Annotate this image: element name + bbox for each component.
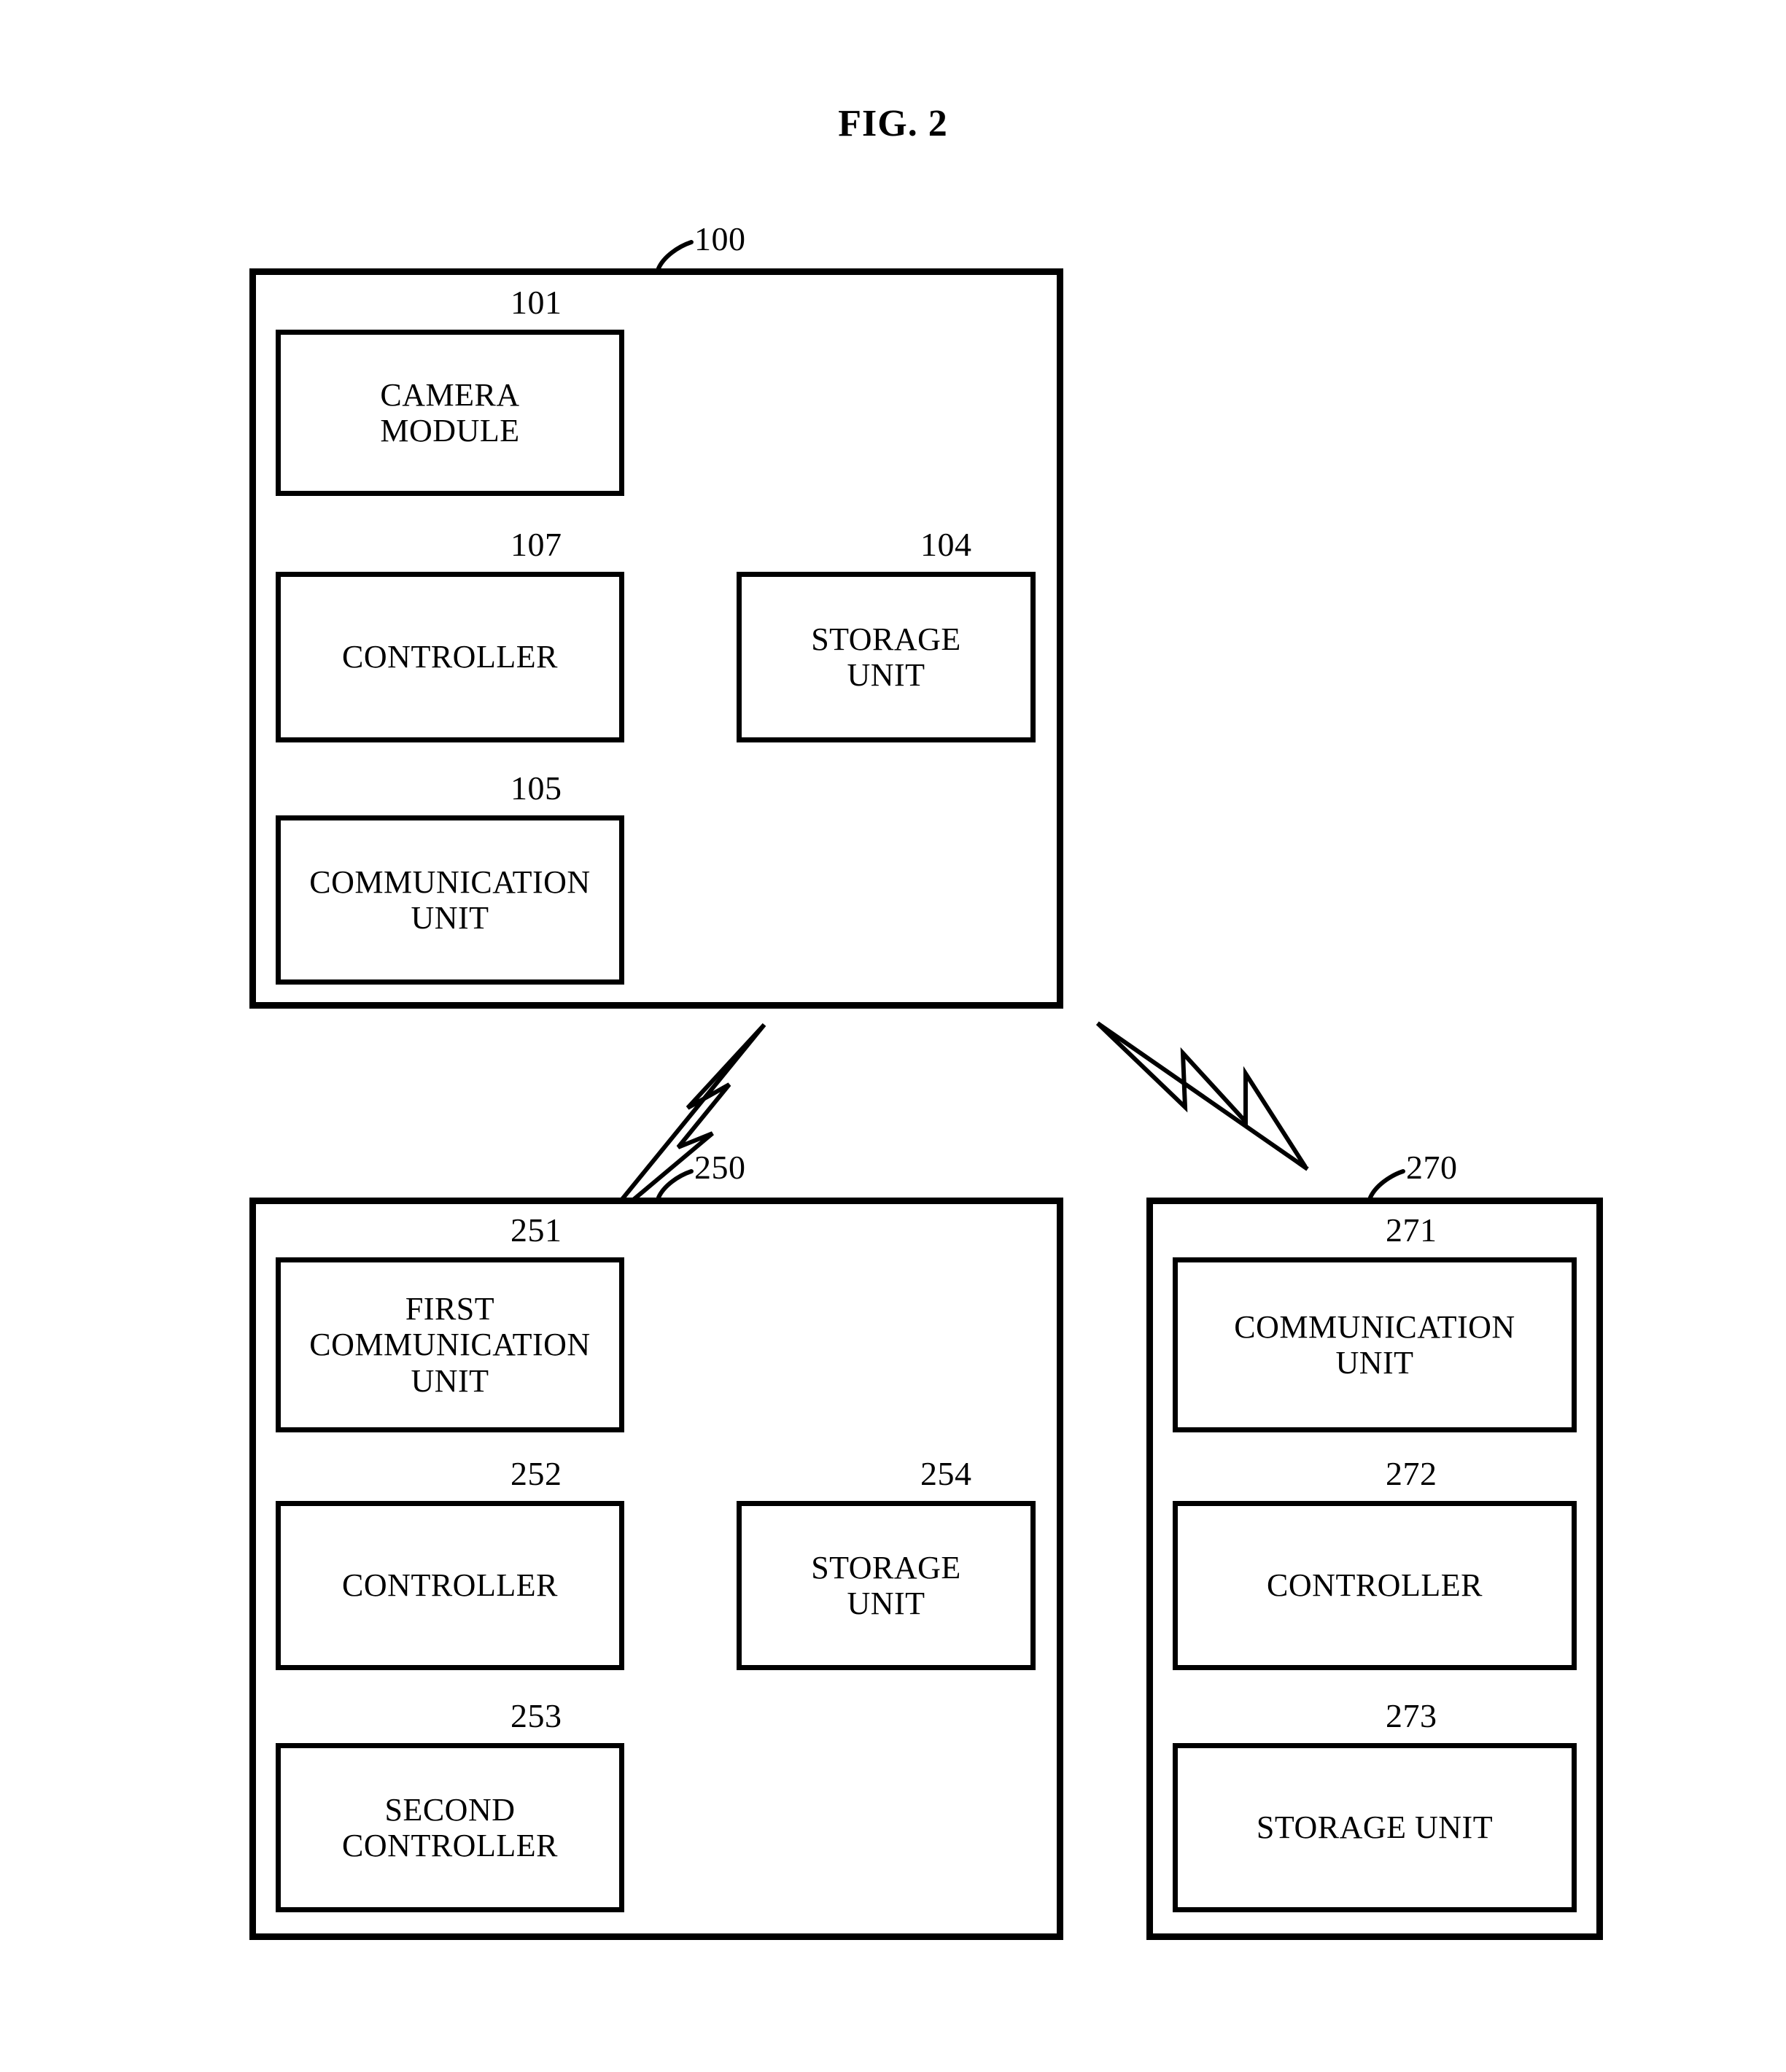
reference-numeral-272: 272 (1386, 1455, 1437, 1492)
leader-line-270 (1368, 1169, 1405, 1200)
module-storage-unit-273[interactable]: STORAGE UNIT (1173, 1743, 1577, 1912)
module-first-communication-unit[interactable]: FIRST COMMUNICATION UNIT (276, 1257, 624, 1432)
reference-numeral-250: 250 (694, 1149, 746, 1186)
module-controller-272[interactable]: CONTROLLER (1173, 1501, 1577, 1670)
module-controller-252[interactable]: CONTROLLER (276, 1501, 624, 1670)
reference-numeral-273: 273 (1386, 1697, 1437, 1734)
reference-numeral-271: 271 (1386, 1211, 1437, 1249)
leader-line-250 (656, 1169, 694, 1200)
wireless-link-right-icon (1095, 1021, 1309, 1171)
reference-numeral-252: 252 (510, 1455, 562, 1492)
reference-numeral-254: 254 (920, 1455, 972, 1492)
module-camera-module[interactable]: CAMERA MODULE (276, 330, 624, 496)
reference-numeral-101: 101 (510, 284, 562, 321)
figure-title: FIG. 2 (838, 103, 948, 144)
module-communication-unit-271[interactable]: COMMUNICATION UNIT (1173, 1257, 1577, 1432)
module-storage-unit-254[interactable]: STORAGE UNIT (737, 1501, 1036, 1670)
reference-numeral-100: 100 (694, 220, 746, 257)
module-second-controller[interactable]: SECOND CONTROLLER (276, 1743, 624, 1912)
leader-line-100 (656, 240, 694, 271)
reference-numeral-251: 251 (510, 1211, 562, 1249)
reference-numeral-107: 107 (510, 526, 562, 563)
reference-numeral-270: 270 (1406, 1149, 1458, 1186)
module-communication-unit-105[interactable]: COMMUNICATION UNIT (276, 815, 624, 985)
module-storage-unit-104[interactable]: STORAGE UNIT (737, 572, 1036, 742)
module-controller-107[interactable]: CONTROLLER (276, 572, 624, 742)
reference-numeral-253: 253 (510, 1697, 562, 1734)
reference-numeral-104: 104 (920, 526, 972, 563)
reference-numeral-105: 105 (510, 769, 562, 807)
